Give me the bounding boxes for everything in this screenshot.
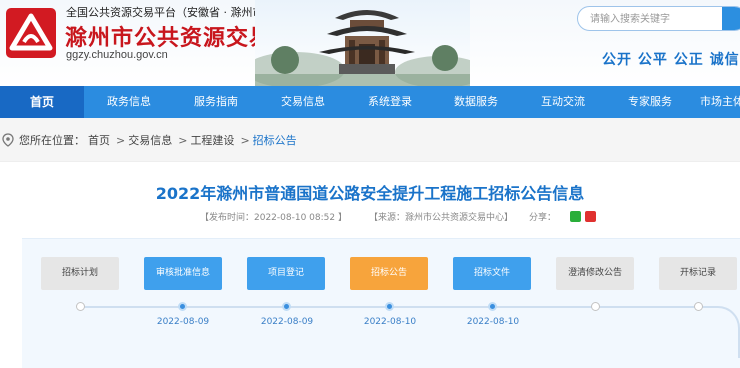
search-button[interactable] <box>722 7 740 30</box>
nav-item-interaction[interactable]: 互动交流 <box>523 86 603 118</box>
site-slogan: 公开 公平 公正 诚信 <box>602 52 740 68</box>
timeline-dot <box>385 302 394 311</box>
step-bid-opening-record[interactable]: 开标记录 <box>659 257 737 290</box>
article-meta: 【发布时间：2022-08-10 08:52 】 【来源：滁州市公共资源交易中心… <box>200 210 596 223</box>
breadcrumb-separator: > <box>116 133 126 147</box>
nav-item-expert-service[interactable]: 专家服务 <box>610 86 690 118</box>
weibo-share-icon[interactable] <box>585 211 596 222</box>
search-box <box>577 6 740 31</box>
timeline-dot <box>488 302 497 311</box>
breadcrumb-item-tender-notice[interactable]: 招标公告 <box>253 132 297 148</box>
nav-item-government-info[interactable]: 政务信息 <box>89 86 169 118</box>
location-pin-icon <box>2 133 14 147</box>
site-subtitle: 全国公共资源交易平台（安徽省 · 滁州市） <box>66 6 275 19</box>
step-project-registration[interactable]: 项目登记 <box>247 257 325 290</box>
breadcrumb-item-trade-info[interactable]: 交易信息 <box>128 132 172 148</box>
timeline-date: 2022-08-09 <box>260 317 314 327</box>
site-header: 全国公共资源交易平台（安徽省 · 滁州市） 滁州市公共资源交易中心 ggzy.c… <box>0 0 740 86</box>
main-nav: 首页 政务信息 服务指南 交易信息 系统登录 数据服务 互动交流 专家服务 市场… <box>0 86 740 118</box>
step-tender-plan[interactable]: 招标计划 <box>41 257 119 290</box>
timeline-date: 2022-08-10 <box>363 317 417 327</box>
step-approval-info[interactable]: 审核批准信息 <box>144 257 222 290</box>
wechat-share-icon[interactable] <box>570 211 581 222</box>
nav-item-service-guide[interactable]: 服务指南 <box>176 86 256 118</box>
timeline-dot <box>76 302 85 311</box>
site-logo-icon[interactable] <box>6 8 56 58</box>
breadcrumb-bar: 您所在位置： 首页 > 交易信息 > 工程建设 > 招标公告 <box>0 118 740 162</box>
search-input[interactable] <box>578 8 718 30</box>
breadcrumb-separator: > <box>240 133 250 147</box>
step-tender-documents[interactable]: 招标文件 <box>453 257 531 290</box>
timeline-dot <box>282 302 291 311</box>
nav-item-data-service[interactable]: 数据服务 <box>436 86 516 118</box>
timeline-date: 2022-08-10 <box>466 317 520 327</box>
share-label: 分享： <box>528 213 556 223</box>
site-url: ggzy.chuzhou.gov.cn <box>66 49 168 61</box>
breadcrumb-item-home[interactable]: 首页 <box>88 132 110 148</box>
timeline-date: 2022-08-09 <box>156 317 210 327</box>
timeline-dot <box>694 302 703 311</box>
breadcrumb: 您所在位置： 首页 > 交易信息 > 工程建设 > 招标公告 <box>2 132 300 148</box>
step-clarification-notice[interactable]: 澄清修改公告 <box>556 257 634 290</box>
timeline-curve <box>700 306 740 358</box>
breadcrumb-item-engineering[interactable]: 工程建设 <box>190 132 234 148</box>
breadcrumb-prefix: 您所在位置： <box>19 134 85 147</box>
article-source: 【来源：滁州市公共资源交易中心】 <box>368 213 513 223</box>
timeline-dot <box>178 302 187 311</box>
nav-item-market-entity[interactable]: 市场主体 <box>700 86 740 118</box>
publish-time: 【发布时间：2022-08-10 08:52 】 <box>200 213 347 223</box>
nav-item-system-login[interactable]: 系统登录 <box>350 86 430 118</box>
article-title: 2022年滁州市普通国道公路安全提升工程施工招标公告信息 <box>155 184 585 203</box>
step-tender-notice[interactable]: 招标公告 <box>350 257 428 290</box>
timeline-dot <box>591 302 600 311</box>
pavilion-banner-image <box>255 0 470 86</box>
nav-item-trade-info[interactable]: 交易信息 <box>263 86 343 118</box>
breadcrumb-separator: > <box>178 133 188 147</box>
nav-item-home[interactable]: 首页 <box>0 86 84 118</box>
